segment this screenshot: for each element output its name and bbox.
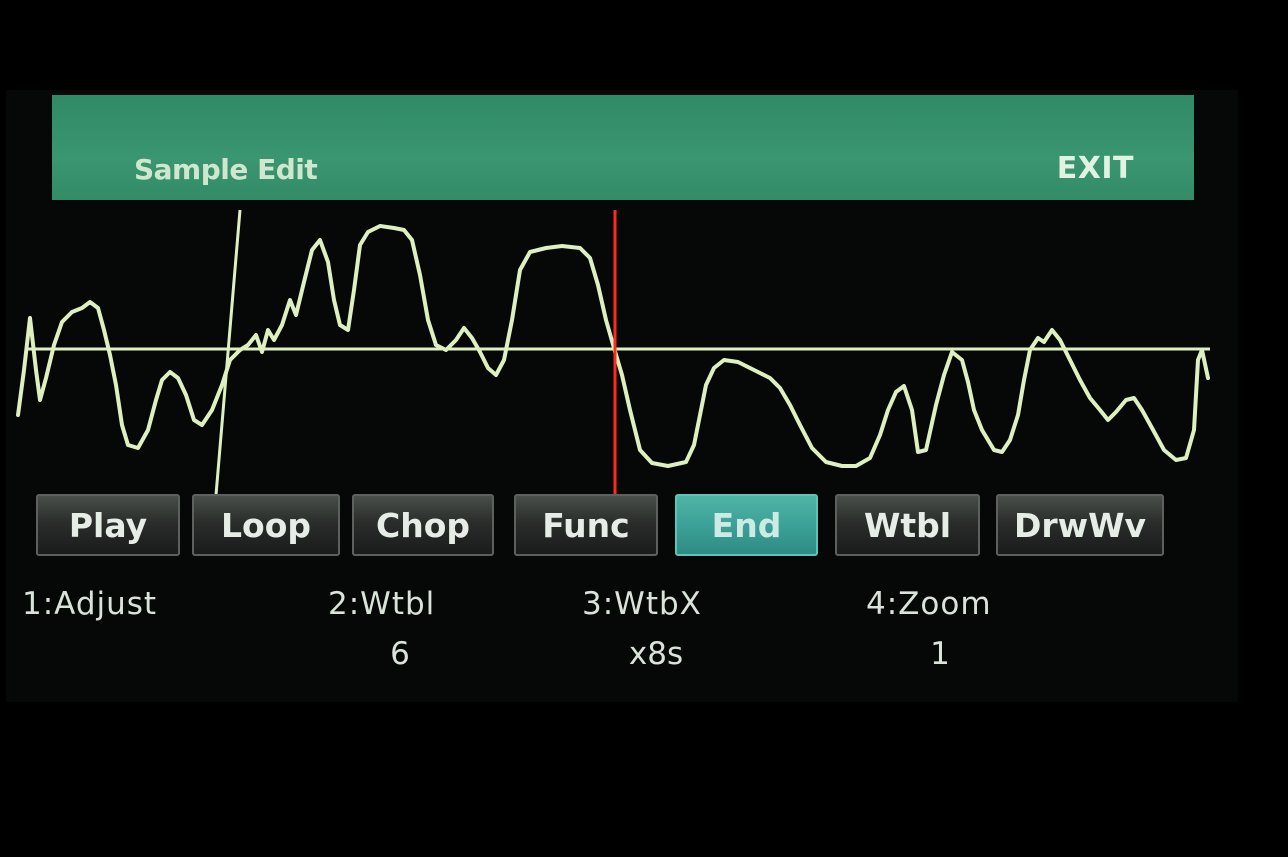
waveform-trace bbox=[16, 224, 1210, 468]
softkey-chop[interactable]: Chop bbox=[352, 494, 494, 556]
softkey-end-label: End bbox=[711, 505, 782, 545]
param-3-value: x8s bbox=[628, 636, 684, 672]
softkey-drwwv[interactable]: DrwWv bbox=[996, 494, 1164, 556]
softkey-play-label: Play bbox=[68, 505, 148, 545]
device-screen: Sample Edit EXIT Play Loop Chop Func End… bbox=[0, 0, 1288, 857]
softkey-end[interactable]: End bbox=[675, 494, 818, 556]
param-2-value: 6 bbox=[390, 636, 410, 672]
softkey-wtbl[interactable]: Wtbl bbox=[835, 494, 980, 556]
waveform-display bbox=[16, 209, 1210, 496]
param-4-label: 4:Zoom bbox=[866, 586, 992, 622]
softkey-loop-label: Loop bbox=[221, 505, 311, 545]
param-4-value: 1 bbox=[930, 636, 950, 672]
softkey-drwwv-label: DrwWv bbox=[1013, 505, 1147, 545]
softkey-play[interactable]: Play bbox=[36, 494, 180, 556]
param-2-label: 2:Wtbl bbox=[328, 586, 436, 622]
softkey-wtbl-label: Wtbl bbox=[863, 505, 952, 545]
softkey-func-label: Func bbox=[542, 505, 630, 545]
softkey-func[interactable]: Func bbox=[514, 494, 658, 556]
softkey-loop[interactable]: Loop bbox=[192, 494, 340, 556]
param-1-label: 1:Adjust bbox=[22, 586, 158, 622]
softkey-chop-label: Chop bbox=[375, 505, 470, 545]
param-3-label: 3:WtbX bbox=[582, 586, 702, 622]
